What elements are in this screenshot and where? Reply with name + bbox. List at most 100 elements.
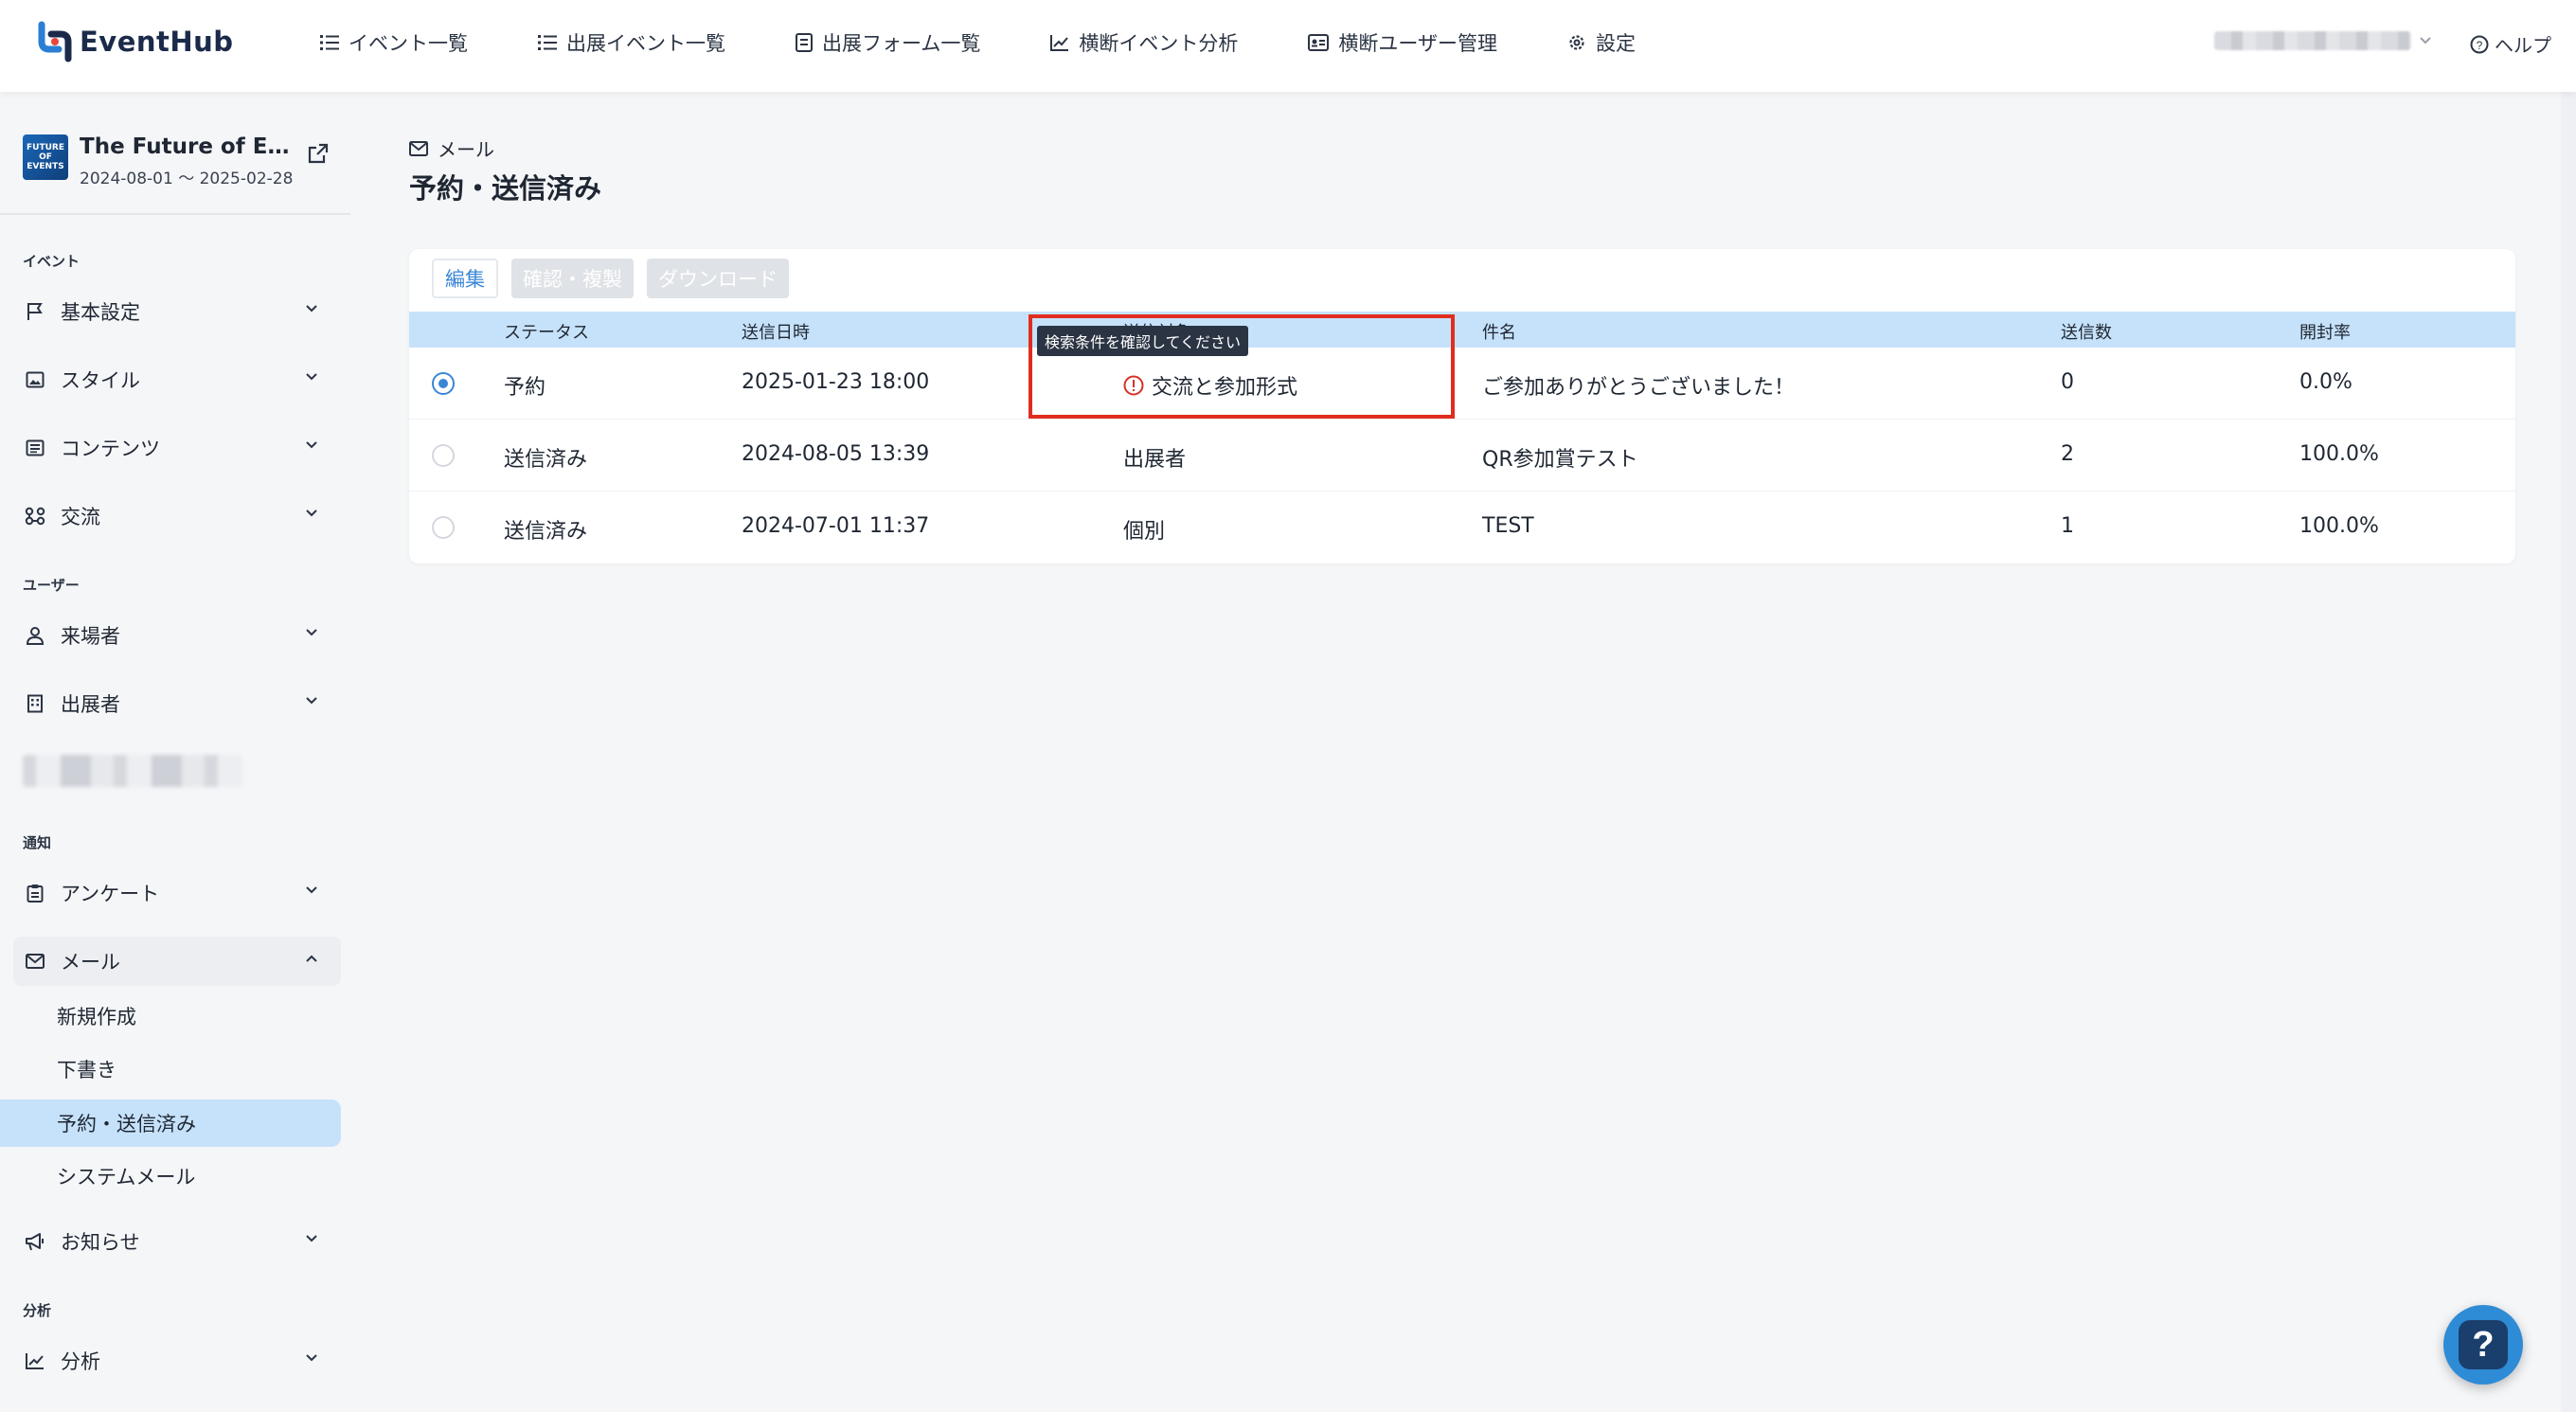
chevron-down-icon — [306, 629, 317, 636]
event-thumbnail: FUTURE OF EVENTS — [23, 134, 68, 180]
sidebar-subitem-new-mail[interactable]: 新規作成 — [57, 1002, 136, 1030]
eventhub-logo-icon — [36, 21, 74, 63]
row-select-radio[interactable] — [432, 372, 455, 395]
image-icon — [25, 369, 45, 390]
row-select-radio[interactable] — [432, 444, 455, 467]
column-header-count[interactable]: 送信数 — [2061, 319, 2112, 344]
building-icon — [25, 693, 45, 714]
window-edge — [2561, 92, 2576, 1412]
chevron-down-icon — [306, 441, 317, 449]
redacted-menu-item[interactable] — [23, 755, 242, 787]
chevron-down-icon — [306, 305, 317, 313]
download-button[interactable]: ダウンロード — [647, 259, 789, 298]
flag-icon — [25, 301, 45, 322]
sidebar-subitem-label: 予約・送信済み — [57, 1113, 196, 1135]
current-event: FUTURE OF EVENTS The Future of Eve… 2024… — [23, 134, 335, 188]
sidebar-item-label: コンテンツ — [61, 438, 160, 460]
chevron-down-icon — [306, 697, 317, 705]
cell-subject: QR参加賞テスト — [1482, 448, 1638, 472]
column-header-sent-at[interactable]: 送信日時 — [742, 319, 810, 344]
id-card-icon — [1308, 34, 1330, 51]
cell-open-rate: 100.0% — [2299, 514, 2379, 538]
top-header: EventHub イベント一覧 出展イベント一覧 出展フォーム一覧 横断イベント… — [0, 0, 2576, 92]
main-nav: イベント一覧 出展イベント一覧 出展フォーム一覧 横断イベント分析 横断ユーザー… — [320, 0, 1706, 85]
link-nodes-icon — [25, 506, 45, 527]
nav-cross-user-management[interactable]: 横断ユーザー管理 — [1308, 28, 1497, 57]
nav-label: 横断イベント分析 — [1079, 32, 1239, 55]
cell-status: 予約 — [504, 376, 546, 400]
sidebar-item-contents[interactable]: コンテンツ — [13, 423, 341, 473]
nav-cross-event-analysis[interactable]: 横断イベント分析 — [1050, 28, 1238, 57]
page-title: 予約・送信済み — [409, 172, 602, 205]
sidebar-item-mail[interactable]: メール — [13, 937, 341, 986]
sidebar-item-label: 交流 — [61, 506, 100, 528]
sidebar-item-label: メール — [61, 951, 120, 974]
chevron-down-icon — [306, 373, 317, 381]
svg-text:?: ? — [2477, 39, 2483, 52]
sidebar-item-analysis[interactable]: 分析 — [13, 1336, 341, 1385]
nav-label: 出展イベント一覧 — [566, 32, 725, 55]
edit-button[interactable]: 編集 — [432, 259, 498, 298]
sidebar-item-basic-settings[interactable]: 基本設定 — [13, 287, 341, 336]
megaphone-icon — [25, 1231, 45, 1252]
nav-label: イベント一覧 — [349, 32, 468, 55]
column-header-open-rate[interactable]: 開封率 — [2299, 319, 2351, 344]
nav-exhibit-event-list[interactable]: 出展イベント一覧 — [538, 28, 725, 57]
support-chat-button[interactable]: ? — [2443, 1305, 2523, 1385]
cell-status: 送信済み — [504, 448, 588, 472]
table-row[interactable]: 予約 2025-01-23 18:00 交流と参加形式 ご参加ありがとうございま… — [409, 348, 2515, 420]
nav-label: 横断ユーザー管理 — [1338, 32, 1497, 55]
breadcrumb-label: メール — [438, 138, 494, 161]
sidebar-item-style[interactable]: スタイル — [13, 355, 341, 404]
cell-count: 1 — [2061, 514, 2074, 538]
envelope-icon — [25, 951, 45, 972]
cell-sent-at: 2024-08-05 13:39 — [742, 442, 930, 466]
cell-open-rate: 0.0% — [2299, 370, 2352, 394]
chevron-down-icon — [306, 1235, 317, 1242]
sidebar-subitem-scheduled-sent[interactable]: 予約・送信済み — [0, 1099, 341, 1147]
chart-line-icon — [1050, 35, 1069, 51]
sidebar-subitem-drafts[interactable]: 下書き — [57, 1055, 116, 1083]
cell-count: 0 — [2061, 370, 2074, 394]
row-select-radio[interactable] — [432, 516, 455, 539]
chevron-down-icon — [306, 509, 317, 517]
sidebar-subitem-system-mail[interactable]: システムメール — [57, 1162, 195, 1190]
list-icon — [538, 35, 557, 50]
column-header-status[interactable]: ステータス — [504, 319, 589, 344]
app-name: EventHub — [80, 26, 234, 58]
sidebar-item-exchange[interactable]: 交流 — [13, 492, 341, 541]
help-link[interactable]: ? ヘルプ — [2470, 30, 2551, 58]
sidebar: FUTURE OF EVENTS The Future of Eve… 2024… — [0, 92, 350, 1412]
sidebar-item-label: 分析 — [61, 1350, 100, 1373]
cell-subject: ご参加ありがとうございました！ — [1482, 376, 1796, 400]
external-link-icon[interactable] — [307, 142, 330, 169]
section-label-analysis: 分析 — [23, 1302, 52, 1319]
sidebar-item-exhibitors[interactable]: 出展者 — [13, 679, 341, 728]
gear-icon — [1569, 35, 1584, 50]
mail-list-card: 編集 確認・複製 ダウンロード ステータス 送信日時 送信対象 件名 送信数 開… — [409, 249, 2515, 563]
cell-target: 個別 — [1123, 520, 1166, 544]
nav-settings[interactable]: 設定 — [1567, 28, 1636, 57]
table-row[interactable]: 送信済み 2024-07-01 11:37 個別 TEST 1 100.0% — [409, 492, 2515, 563]
sidebar-item-survey[interactable]: アンケート — [13, 868, 341, 918]
sidebar-item-news[interactable]: お知らせ — [13, 1217, 341, 1266]
column-header-subject[interactable]: 件名 — [1482, 319, 1516, 344]
user-menu[interactable] — [2214, 31, 2432, 50]
event-dates: 2024-08-01 ～ 2025-02-28 — [80, 170, 294, 188]
table-row[interactable]: 送信済み 2024-08-05 13:39 出展者 QR参加賞テスト 2 100… — [409, 420, 2515, 492]
section-label-user: ユーザー — [23, 577, 80, 594]
envelope-icon — [409, 140, 428, 156]
sidebar-divider — [0, 213, 350, 215]
confirm-copy-button[interactable]: 確認・複製 — [511, 259, 634, 298]
sidebar-item-label: お知らせ — [61, 1231, 140, 1254]
chevron-down-icon — [306, 886, 317, 894]
table-header: ステータス 送信日時 送信対象 件名 送信数 開封率 — [409, 312, 2515, 348]
sidebar-item-label: アンケート — [61, 883, 160, 905]
chart-line-icon — [25, 1350, 45, 1371]
help-label: ヘルプ — [2495, 34, 2551, 57]
nav-exhibit-form-list[interactable]: 出展フォーム一覧 — [796, 28, 980, 57]
sidebar-item-visitors[interactable]: 来場者 — [13, 611, 341, 660]
nav-event-list[interactable]: イベント一覧 — [320, 28, 468, 57]
question-circle-icon: ? — [2470, 35, 2489, 53]
app-logo[interactable]: EventHub — [36, 21, 234, 63]
